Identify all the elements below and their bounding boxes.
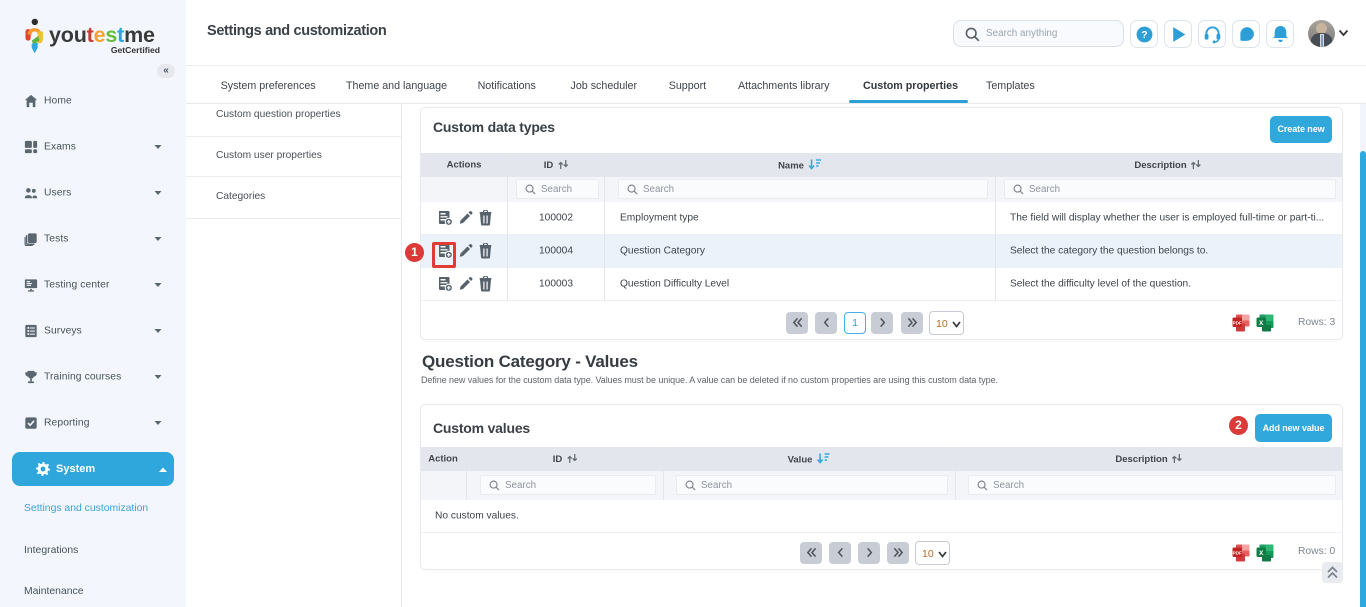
svg-text:?: ?: [1141, 29, 1147, 41]
svg-text:X: X: [1259, 320, 1264, 327]
svg-text:X: X: [1259, 550, 1264, 557]
svg-text:PDF: PDF: [1233, 321, 1242, 326]
svg-text:PDF: PDF: [1233, 551, 1242, 556]
